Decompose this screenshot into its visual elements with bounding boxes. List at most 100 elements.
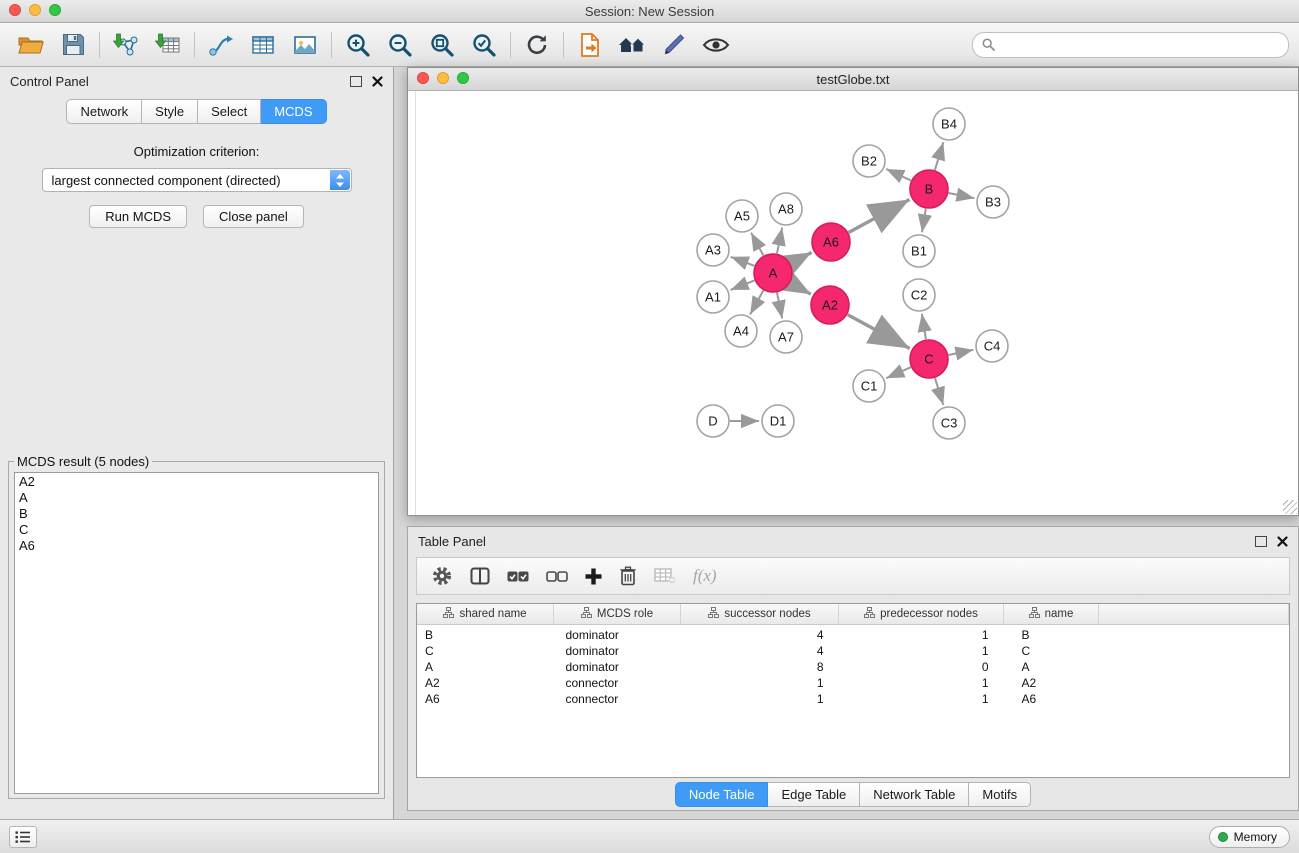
table-settings-button[interactable] bbox=[431, 565, 453, 587]
edge-A2-C[interactable] bbox=[848, 315, 910, 349]
edge-B-B4[interactable] bbox=[935, 142, 944, 170]
table-cell[interactable]: B bbox=[417, 625, 554, 644]
table-cell[interactable]: connector bbox=[554, 675, 681, 691]
column-header-name[interactable]: name bbox=[1004, 604, 1099, 625]
mcds-result-item[interactable]: A6 bbox=[19, 538, 374, 554]
minimize-network-window-button[interactable] bbox=[437, 72, 449, 84]
edge-A-A5[interactable] bbox=[751, 233, 763, 256]
node-B1[interactable]: B1 bbox=[903, 235, 935, 267]
deselect-all-button[interactable] bbox=[546, 570, 568, 583]
table-row[interactable]: A2connector11A2 bbox=[417, 675, 1289, 691]
new-network-button[interactable] bbox=[200, 28, 242, 62]
table-cell[interactable]: A2 bbox=[1004, 675, 1099, 691]
table-cell[interactable]: dominator bbox=[554, 625, 681, 644]
column-header-successor-nodes[interactable]: successor nodes bbox=[681, 604, 839, 625]
table-row[interactable]: Cdominator41C bbox=[417, 643, 1289, 659]
tab-edge-table[interactable]: Edge Table bbox=[768, 782, 860, 807]
tab-mcds[interactable]: MCDS bbox=[261, 99, 326, 124]
network-canvas[interactable]: B4B2BB3A5A8A6A3B1AC2A1A2A4A7C4CC1DD1C3 bbox=[408, 91, 1298, 515]
tab-select[interactable]: Select bbox=[198, 99, 261, 124]
column-chooser-button[interactable] bbox=[470, 567, 490, 585]
table-cell[interactable]: 8 bbox=[681, 659, 839, 675]
table-cell[interactable]: A bbox=[417, 659, 554, 675]
zoom-out-button[interactable] bbox=[379, 28, 421, 62]
search-input[interactable] bbox=[1000, 37, 1279, 53]
node-A4[interactable]: A4 bbox=[725, 315, 757, 347]
table-cell[interactable]: A2 bbox=[417, 675, 554, 691]
edge-A-A1[interactable] bbox=[731, 280, 755, 290]
edge-A-A4[interactable] bbox=[750, 291, 763, 315]
table-row[interactable]: Adominator80A bbox=[417, 659, 1289, 675]
mcds-result-list[interactable]: A2ABCA6 bbox=[14, 472, 379, 794]
annotation-button[interactable] bbox=[653, 28, 695, 62]
import-table-button[interactable] bbox=[147, 28, 189, 62]
table-cell[interactable]: 0 bbox=[839, 659, 1004, 675]
edge-A-A7[interactable] bbox=[777, 293, 782, 319]
edge-C-C4[interactable] bbox=[949, 350, 974, 355]
table-cell[interactable]: 1 bbox=[681, 675, 839, 691]
maximize-network-window-button[interactable] bbox=[457, 72, 469, 84]
refresh-button[interactable] bbox=[516, 28, 558, 62]
save-session-button[interactable] bbox=[52, 28, 94, 62]
table-row[interactable]: Bdominator41B bbox=[417, 625, 1289, 644]
minimize-window-button[interactable] bbox=[29, 4, 41, 16]
edge-A-A2[interactable] bbox=[790, 283, 810, 294]
table-cell[interactable]: 4 bbox=[681, 643, 839, 659]
new-table-button[interactable] bbox=[242, 28, 284, 62]
table-cell[interactable]: dominator bbox=[554, 643, 681, 659]
tab-motifs[interactable]: Motifs bbox=[969, 782, 1031, 807]
node-B[interactable]: B bbox=[910, 170, 948, 208]
tab-network[interactable]: Network bbox=[66, 99, 142, 124]
node-A5[interactable]: A5 bbox=[726, 200, 758, 232]
run-mcds-button[interactable]: Run MCDS bbox=[89, 205, 187, 228]
close-window-button[interactable] bbox=[9, 4, 21, 16]
export-image-button[interactable] bbox=[284, 28, 326, 62]
node-C3[interactable]: C3 bbox=[933, 407, 965, 439]
column-header-predecessor-nodes[interactable]: predecessor nodes bbox=[839, 604, 1004, 625]
show-hide-button[interactable] bbox=[695, 28, 737, 62]
function-builder-button[interactable]: f(x) bbox=[693, 566, 717, 586]
zoom-in-button[interactable] bbox=[337, 28, 379, 62]
task-history-button[interactable] bbox=[9, 826, 37, 848]
node-B3[interactable]: B3 bbox=[977, 186, 1009, 218]
graphics-details-button[interactable] bbox=[611, 28, 653, 62]
node-A6[interactable]: A6 bbox=[812, 223, 850, 261]
node-D[interactable]: D bbox=[697, 405, 729, 437]
node-A7[interactable]: A7 bbox=[770, 321, 802, 353]
close-panel-icon[interactable] bbox=[372, 76, 383, 87]
table-cell[interactable]: 1 bbox=[839, 643, 1004, 659]
edge-A6-B[interactable] bbox=[849, 200, 910, 233]
open-session-button[interactable] bbox=[10, 28, 52, 62]
edge-A-A6[interactable] bbox=[791, 252, 812, 263]
network-window-titlebar[interactable]: testGlobe.txt bbox=[408, 68, 1298, 91]
table-cell[interactable]: C bbox=[417, 643, 554, 659]
mcds-result-item[interactable]: C bbox=[19, 522, 374, 538]
memory-button[interactable]: Memory bbox=[1209, 826, 1290, 848]
edge-B-B2[interactable] bbox=[886, 169, 911, 181]
tab-network-table[interactable]: Network Table bbox=[860, 782, 969, 807]
node-C2[interactable]: C2 bbox=[903, 279, 935, 311]
node-A3[interactable]: A3 bbox=[697, 234, 729, 266]
node-A8[interactable]: A8 bbox=[770, 193, 802, 225]
zoom-fit-button[interactable] bbox=[421, 28, 463, 62]
resize-grip[interactable] bbox=[1283, 500, 1297, 514]
node-B4[interactable]: B4 bbox=[933, 108, 965, 140]
table-cell[interactable]: A6 bbox=[417, 691, 554, 707]
tab-style[interactable]: Style bbox=[142, 99, 198, 124]
float-table-panel-icon[interactable] bbox=[1255, 536, 1267, 547]
column-header-MCDS-role[interactable]: MCDS role bbox=[554, 604, 681, 625]
float-panel-icon[interactable] bbox=[350, 76, 362, 87]
table-cell[interactable]: A6 bbox=[1004, 691, 1099, 707]
node-D1[interactable]: D1 bbox=[762, 405, 794, 437]
edge-C-C1[interactable] bbox=[886, 367, 911, 378]
table-cell[interactable]: dominator bbox=[554, 659, 681, 675]
import-network-button[interactable] bbox=[105, 28, 147, 62]
select-all-button[interactable] bbox=[507, 570, 529, 583]
mcds-result-item[interactable]: A2 bbox=[19, 474, 374, 490]
close-panel-button[interactable]: Close panel bbox=[203, 205, 304, 228]
table-cell[interactable]: 1 bbox=[839, 625, 1004, 644]
node-B2[interactable]: B2 bbox=[853, 145, 885, 177]
mcds-result-item[interactable]: B bbox=[19, 506, 374, 522]
node-A1[interactable]: A1 bbox=[697, 281, 729, 313]
table-row[interactable]: A6connector11A6 bbox=[417, 691, 1289, 707]
